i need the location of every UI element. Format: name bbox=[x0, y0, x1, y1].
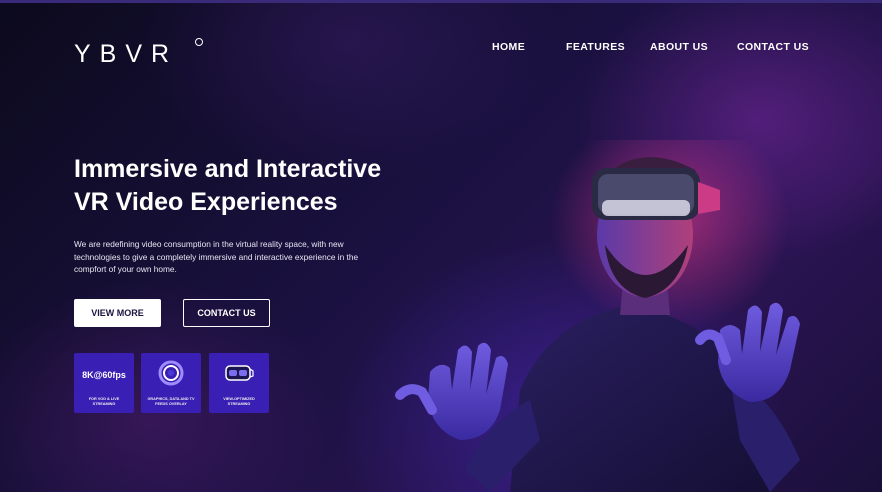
top-border bbox=[0, 0, 882, 3]
hero-title-line1: Immersive and Interactive bbox=[74, 155, 382, 183]
feature-8k-title: 8K@60fps bbox=[82, 370, 126, 380]
feature-streaming-caption: VIEW-OPTIMIZED STREAMING bbox=[223, 397, 255, 406]
feature-card-8k[interactable]: 8K@60fps FOR VOD & LIVE STREAMING bbox=[74, 353, 134, 413]
feature-card-overlay[interactable]: GRAPHICS, DATA AND TV FEEDS OVERLAY bbox=[141, 353, 201, 413]
hero-title-line2: VR Video Experiences bbox=[74, 188, 338, 216]
nav-home[interactable]: HOME bbox=[492, 41, 525, 53]
hero-title: Immersive and Interactive VR Video Exper… bbox=[74, 153, 434, 219]
vr-person-image bbox=[395, 140, 800, 492]
hero-description: We are redefining video consumption in t… bbox=[74, 239, 359, 274]
ring-icon bbox=[156, 360, 186, 386]
logo-ring-icon bbox=[195, 38, 203, 46]
feature-8k-caption: FOR VOD & LIVE STREAMING bbox=[88, 397, 120, 406]
vr-headset-icon bbox=[224, 360, 254, 386]
nav-about-us[interactable]: ABOUT US bbox=[650, 41, 708, 53]
feature-overlay-caption: GRAPHICS, DATA AND TV FEEDS OVERLAY bbox=[147, 397, 195, 406]
brand-logo[interactable]: YBVR bbox=[74, 40, 178, 69]
view-more-button[interactable]: VIEW MORE bbox=[74, 299, 161, 327]
contact-us-button[interactable]: CONTACT US bbox=[183, 299, 270, 327]
nav-contact-us[interactable]: CONTACT US bbox=[737, 41, 809, 53]
feature-card-streaming[interactable]: VIEW-OPTIMIZED STREAMING bbox=[209, 353, 269, 413]
nav-features[interactable]: FEATURES bbox=[566, 41, 625, 53]
